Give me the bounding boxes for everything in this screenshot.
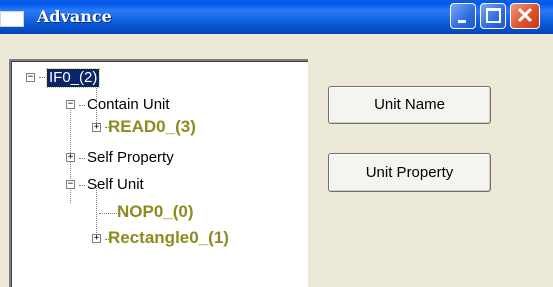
tree-connector: [79, 185, 85, 186]
tree-connector: [79, 158, 85, 159]
window-icon: [0, 11, 24, 27]
expand-icon[interactable]: +: [92, 123, 101, 132]
tree-node-label[interactable]: Self Unit: [87, 176, 144, 194]
tree-node-label[interactable]: Rectangle0_(1): [108, 229, 229, 247]
minimize-button[interactable]: [450, 3, 476, 29]
tree-connector: [79, 105, 85, 106]
maximize-button[interactable]: [480, 3, 506, 29]
collapse-icon[interactable]: −: [66, 100, 75, 109]
maximize-icon: [486, 8, 501, 23]
title-bar[interactable]: Advance ✕: [0, 0, 553, 34]
tree-node-label[interactable]: NOP0_(0): [117, 203, 194, 221]
unit-name-button[interactable]: Unit Name: [328, 86, 491, 124]
close-button[interactable]: ✕: [510, 3, 540, 29]
window-title: Advance: [37, 7, 112, 26]
tree-node-label[interactable]: IF0_(2): [45, 68, 101, 88]
close-icon: ✕: [515, 3, 535, 28]
tree-connector: [39, 77, 45, 78]
tree-node-label[interactable]: Self Property: [87, 149, 174, 167]
tree-connector: [99, 213, 117, 214]
collapse-icon[interactable]: −: [66, 180, 75, 189]
tree-node-label[interactable]: Contain Unit: [87, 96, 170, 114]
minimize-icon: [458, 20, 466, 23]
expand-icon[interactable]: +: [92, 234, 101, 243]
unit-property-button[interactable]: Unit Property: [328, 153, 491, 192]
unit-tree-view[interactable]: − IF0_(2) − Contain Unit + READ0_(3) + S…: [9, 59, 308, 287]
expand-icon[interactable]: +: [66, 153, 75, 162]
collapse-icon[interactable]: −: [26, 73, 35, 82]
tree-node-label[interactable]: READ0_(3): [108, 118, 196, 136]
